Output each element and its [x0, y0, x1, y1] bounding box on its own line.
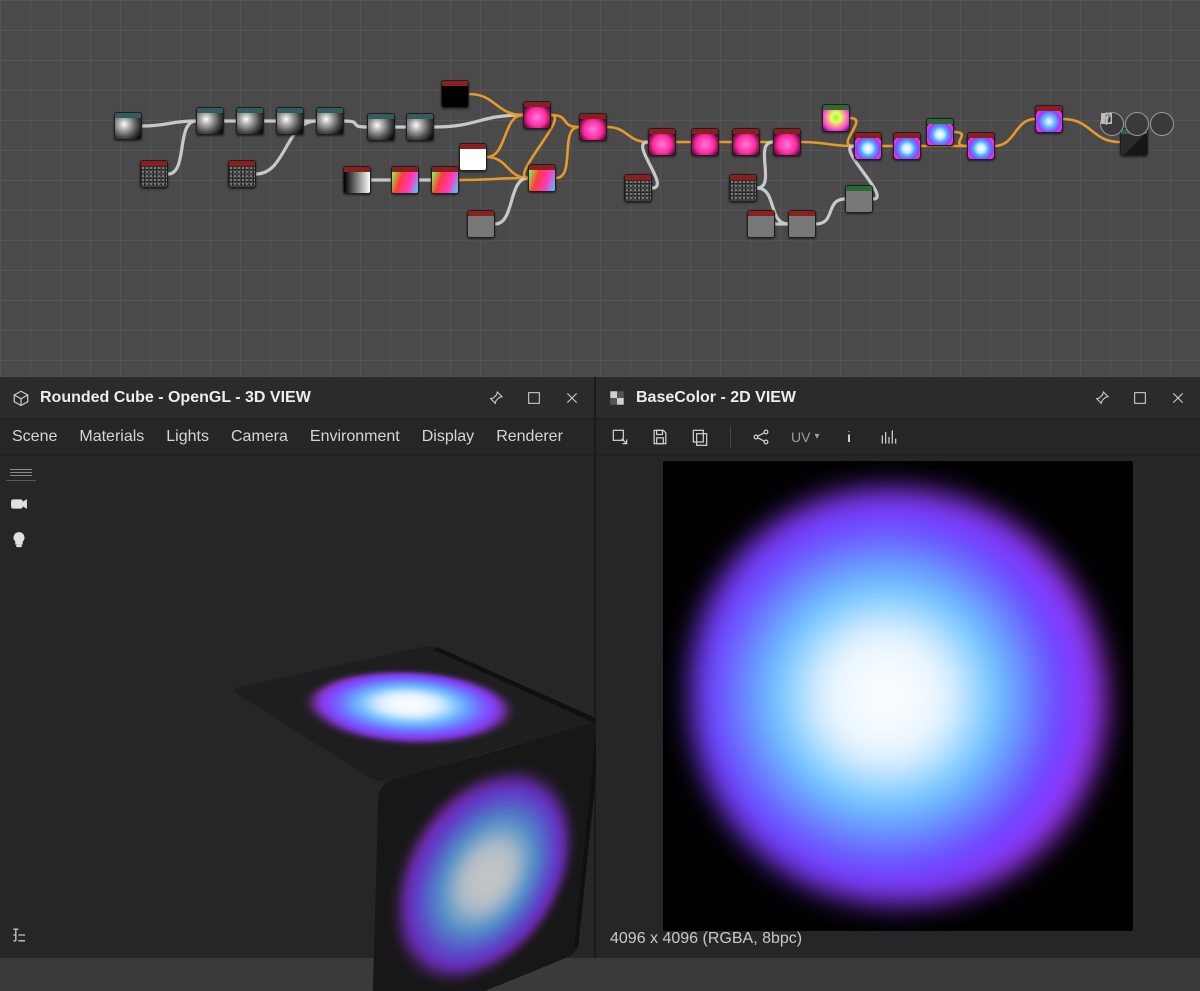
- menu-3d: Scene Materials Lights Camera Environmen…: [0, 419, 594, 455]
- graph-node[interactable]: [967, 132, 995, 160]
- pin-icon[interactable]: [486, 388, 506, 408]
- close-icon[interactable]: [562, 388, 582, 408]
- separator: [730, 426, 731, 448]
- histogram-icon[interactable]: [879, 427, 899, 447]
- toolbar-2d: UV ▾: [596, 419, 1200, 455]
- graph-node[interactable]: [459, 143, 487, 171]
- save-icon[interactable]: [650, 427, 670, 447]
- graph-node[interactable]: [140, 160, 168, 188]
- node-graph-wires: [0, 0, 1200, 377]
- graph-node[interactable]: [648, 128, 676, 156]
- info-icon[interactable]: [839, 427, 859, 447]
- menu-renderer[interactable]: Renderer: [496, 428, 563, 446]
- graph-node[interactable]: [228, 160, 256, 188]
- graph-node[interactable]: [441, 80, 469, 108]
- copy-icon[interactable]: [690, 427, 710, 447]
- graph-node[interactable]: [236, 107, 264, 135]
- maximize-icon[interactable]: [1130, 388, 1150, 408]
- close-icon[interactable]: [1168, 388, 1188, 408]
- graph-node[interactable]: [624, 174, 652, 202]
- node-graph-panel[interactable]: [0, 0, 1200, 377]
- graph-node[interactable]: [1035, 105, 1063, 133]
- graph-node[interactable]: [854, 132, 882, 160]
- viewport-2d[interactable]: 4096 x 4096 (RGBA, 8bpc): [596, 455, 1200, 958]
- graph-node[interactable]: [729, 174, 757, 202]
- panel-2d-titlebar: BaseColor - 2D VIEW: [596, 377, 1200, 419]
- menu-display[interactable]: Display: [422, 428, 474, 446]
- graph-node[interactable]: [579, 113, 607, 141]
- graph-node[interactable]: [523, 101, 551, 129]
- graph-node[interactable]: [691, 128, 719, 156]
- render-3d: [0, 455, 594, 958]
- viewport-3d[interactable]: [0, 455, 594, 958]
- menu-environment[interactable]: Environment: [310, 428, 400, 446]
- graph-node[interactable]: [845, 185, 873, 213]
- graph-node[interactable]: [732, 128, 760, 156]
- graph-node[interactable]: [367, 113, 395, 141]
- cube-icon: [12, 389, 30, 407]
- graph-node[interactable]: [114, 112, 142, 140]
- uv-dropdown[interactable]: UV ▾: [791, 429, 819, 445]
- checker-icon: [608, 389, 626, 407]
- panel-3d-view: Rounded Cube - OpenGL - 3D VIEW Scene Ma…: [0, 377, 596, 958]
- panel-2d-title: BaseColor - 2D VIEW: [636, 389, 796, 407]
- menu-camera[interactable]: Camera: [231, 428, 288, 446]
- graph-node[interactable]: [747, 210, 775, 238]
- graph-node[interactable]: [316, 107, 344, 135]
- texture-preview: [663, 461, 1133, 931]
- panel-3d-title: Rounded Cube - OpenGL - 3D VIEW: [40, 389, 311, 407]
- chevron-down-icon: ▾: [814, 431, 819, 442]
- graph-node[interactable]: [276, 107, 304, 135]
- pin-icon[interactable]: [1092, 388, 1112, 408]
- graph-node[interactable]: [196, 107, 224, 135]
- graph-node[interactable]: [431, 166, 459, 194]
- graph-mode-button-1[interactable]: [1100, 112, 1124, 136]
- uv-label: UV: [791, 429, 810, 445]
- graph-node[interactable]: [528, 164, 556, 192]
- graph-node[interactable]: [926, 118, 954, 146]
- graph-mode-button-3[interactable]: [1150, 112, 1174, 136]
- panel-3d-titlebar: Rounded Cube - OpenGL - 3D VIEW: [0, 377, 594, 419]
- graph-node[interactable]: [773, 128, 801, 156]
- graph-view-buttons: [1100, 112, 1174, 136]
- graph-node[interactable]: [391, 166, 419, 194]
- texture-info: 4096 x 4096 (RGBA, 8bpc): [610, 930, 802, 948]
- menu-scene[interactable]: Scene: [12, 428, 57, 446]
- graph-node[interactable]: [788, 210, 816, 238]
- panel-2d-view: BaseColor - 2D VIEW UV ▾ 4096 x 4096 (RG…: [596, 377, 1200, 958]
- graph-mode-button-2[interactable]: [1125, 112, 1149, 136]
- graph-node[interactable]: [467, 210, 495, 238]
- menu-materials[interactable]: Materials: [79, 428, 144, 446]
- graph-node[interactable]: [406, 113, 434, 141]
- export-icon[interactable]: [610, 427, 630, 447]
- graph-node[interactable]: [893, 132, 921, 160]
- hierarchy-icon[interactable]: [10, 925, 30, 950]
- graph-node[interactable]: [822, 104, 850, 132]
- menu-lights[interactable]: Lights: [166, 428, 209, 446]
- graph-node[interactable]: [343, 166, 371, 194]
- maximize-icon[interactable]: [524, 388, 544, 408]
- share-icon[interactable]: [751, 427, 771, 447]
